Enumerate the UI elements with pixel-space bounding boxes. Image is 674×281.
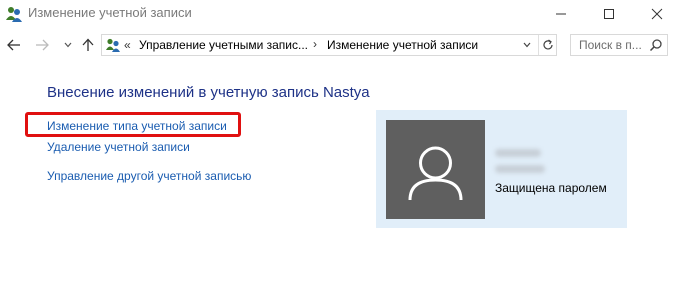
title-bar: Изменение учетной записи: [0, 0, 674, 28]
maximize-button[interactable]: [586, 0, 632, 28]
account-name-redacted: [495, 149, 541, 157]
manage-another-account-link[interactable]: Управление другой учетной записью: [47, 169, 251, 183]
window-title: Изменение учетной записи: [28, 5, 192, 20]
minimize-button[interactable]: [538, 0, 584, 28]
arrow-up-icon: [82, 38, 94, 51]
chevron-down-icon: [523, 42, 531, 48]
up-button[interactable]: [78, 36, 98, 54]
users-icon: [106, 38, 120, 52]
forward-button[interactable]: [32, 36, 52, 54]
breadcrumb-user-accounts[interactable]: Управление учетными запис...: [139, 38, 308, 52]
refresh-icon: [543, 39, 553, 50]
recent-locations-button[interactable]: [58, 36, 78, 54]
close-button[interactable]: [634, 0, 674, 28]
page-title: Внесение изменений в учетную запись Nast…: [47, 84, 370, 101]
users-icon: [6, 7, 22, 22]
search-input[interactable]: Поиск в п...: [579, 38, 642, 52]
account-type-redacted: [495, 165, 545, 173]
search-icon[interactable]: [649, 38, 663, 52]
search-box[interactable]: Поиск в п...: [570, 34, 668, 56]
maximize-icon: [604, 9, 614, 19]
avatar: [386, 120, 485, 219]
change-account-type-link[interactable]: Изменение типа учетной записи: [47, 119, 227, 133]
arrow-right-icon: [36, 39, 49, 51]
chevron-down-icon: [64, 42, 72, 48]
breadcrumb-separator[interactable]: ›: [313, 37, 317, 51]
close-icon: [651, 8, 663, 20]
address-dropdown-button[interactable]: [518, 35, 536, 55]
back-button[interactable]: [4, 36, 24, 54]
account-panel: Защищена паролем: [376, 110, 627, 228]
navigation-bar: « Управление учетными запис... › Изменен…: [0, 30, 674, 60]
delete-account-link[interactable]: Удаление учетной записи: [47, 140, 190, 154]
refresh-button[interactable]: [538, 35, 557, 55]
breadcrumb-change-account[interactable]: Изменение учетной записи: [327, 38, 478, 52]
minimize-icon: [556, 13, 566, 15]
user-icon: [408, 146, 463, 201]
arrow-left-icon: [7, 39, 20, 51]
breadcrumb-overflow[interactable]: «: [124, 38, 131, 52]
account-status: Защищена паролем: [495, 181, 607, 195]
address-bar[interactable]: « Управление учетными запис... › Изменен…: [101, 34, 557, 56]
